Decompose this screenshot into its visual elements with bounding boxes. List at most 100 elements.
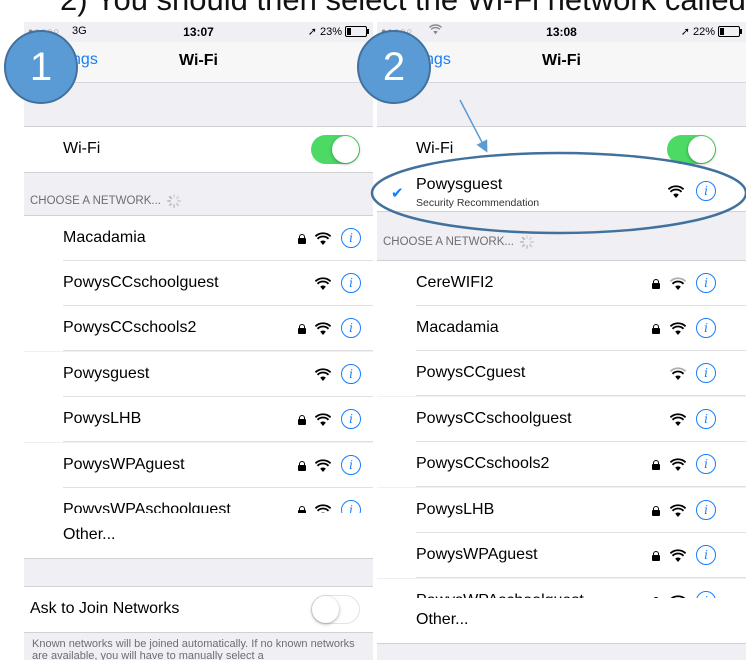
toggle-knob	[332, 136, 359, 163]
wifi-signal-icon	[314, 413, 332, 427]
battery-fill	[347, 28, 351, 35]
wifi-signal-icon	[314, 232, 332, 246]
info-icon[interactable]: i	[341, 363, 361, 384]
wifi-signal-icon	[314, 458, 332, 473]
choose-network-header: CHOOSE A NETWORK...	[30, 194, 181, 208]
step-badge-1: 1	[4, 30, 78, 104]
info-icon[interactable]: i	[696, 363, 716, 383]
wifi-row-label: Wi-Fi	[63, 140, 101, 157]
info-icon[interactable]: i	[341, 228, 361, 248]
info-icon[interactable]: i	[696, 499, 716, 520]
connected-network-row[interactable]: ✔ Powysguest Security Recommendation i	[377, 171, 746, 212]
network-row[interactable]: PowysWPAguest i	[24, 442, 373, 488]
phone-screenshot-right: ●●○○○ 13:08 ➚ 22% ‹ Settings Wi-Fi Wi-Fi…	[377, 22, 746, 660]
ask-to-join-footer: Known networks will be joined automatica…	[32, 638, 355, 660]
connected-network-name: Powysguest	[416, 176, 503, 193]
location-arrow-icon: ➚	[680, 26, 690, 38]
instruction-line: 2) You should then select the Wi-Fi netw…	[60, 0, 746, 18]
network-name: PowysCCguest	[416, 364, 526, 381]
choose-network-header: CHOOSE A NETWORK...	[383, 235, 534, 249]
wifi-toggle-row: Wi-Fi	[24, 126, 373, 173]
network-name: Powysguest	[63, 364, 150, 382]
toggle-knob	[312, 596, 339, 623]
battery-percent: 22%	[692, 25, 715, 38]
other-network-row[interactable]: Other...	[24, 513, 373, 559]
lock-icon	[298, 415, 306, 425]
info-icon[interactable]: i	[696, 317, 716, 338]
security-recommendation-text: Security Recommendation	[416, 197, 540, 209]
wifi-signal-icon	[669, 367, 687, 381]
network-row[interactable]: PowysCCguest i	[377, 351, 746, 396]
network-row[interactable]: CereWIFI2 i	[377, 260, 746, 306]
info-icon[interactable]: i	[696, 408, 716, 429]
wifi-signal-icon	[669, 458, 687, 472]
phone-screenshot-left: ●○○○○ 3G 13:07 ➚ 23% ‹ Settings Wi-Fi Wi…	[24, 22, 373, 660]
step-badge-2: 2	[357, 30, 431, 104]
section-header-label: CHOOSE A NETWORK...	[30, 195, 161, 207]
network-row[interactable]: PowysLHB i	[24, 397, 373, 442]
location-arrow-icon: ➚	[307, 26, 317, 38]
toggle-knob	[688, 136, 715, 163]
network-row[interactable]: PowysCCschools2 i	[24, 306, 373, 351]
network-name: PowysWPAguest	[416, 546, 538, 563]
battery-indicator: ➚ 23%	[307, 25, 369, 38]
info-icon[interactable]: i	[696, 454, 716, 474]
instruction-text: 2) You should then select the Wi-Fi netw…	[0, 0, 746, 22]
network-name: Macadamia	[416, 318, 499, 336]
network-name: PowysCCschoolguest	[63, 273, 219, 291]
battery-fill	[720, 28, 724, 35]
network-name: CereWIFI2	[416, 274, 494, 291]
other-network-label: Other...	[416, 611, 469, 628]
network-name: PowysWPAguest	[63, 455, 185, 473]
status-bar: ●○○○○ 3G 13:07 ➚ 23%	[24, 22, 373, 42]
status-bar: ●●○○○ 13:08 ➚ 22%	[377, 22, 746, 42]
wifi-row-label: Wi-Fi	[416, 140, 454, 157]
info-icon[interactable]: i	[696, 545, 716, 565]
network-name: PowysCCschools2	[63, 319, 197, 336]
loading-spinner-icon	[520, 235, 534, 249]
network-row[interactable]: Macadamia i	[377, 305, 746, 351]
ask-to-join-toggle[interactable]	[311, 595, 360, 624]
wifi-toggle[interactable]	[667, 135, 716, 164]
info-icon[interactable]: i	[341, 318, 361, 338]
network-row[interactable]: Macadamia i	[24, 215, 373, 261]
wifi-signal-icon	[667, 185, 685, 199]
lock-icon	[652, 279, 660, 289]
network-row[interactable]: PowysCCschoolguest i	[377, 396, 746, 442]
network-row[interactable]: PowysCCschools2 i	[377, 442, 746, 487]
network-row[interactable]: PowysCCschoolguest i	[24, 260, 373, 306]
lock-icon	[298, 234, 306, 244]
network-row[interactable]: Powysguest i	[24, 351, 373, 397]
ask-to-join-row: Ask to Join Networks	[24, 586, 373, 633]
info-icon[interactable]: i	[696, 181, 716, 201]
info-icon[interactable]: i	[696, 273, 716, 293]
network-name: PowysCCschoolguest	[416, 409, 572, 427]
other-network-row[interactable]: Other...	[377, 598, 746, 644]
battery-icon	[345, 26, 369, 37]
page-title: Wi-Fi	[542, 52, 581, 69]
network-row[interactable]: PowysWPAguest i	[377, 533, 746, 578]
lock-icon	[652, 460, 660, 470]
wifi-signal-icon	[314, 276, 332, 291]
wifi-toggle[interactable]	[311, 135, 360, 164]
navigation-bar: ‹ Settings Wi-Fi	[377, 42, 746, 83]
wifi-toggle-row: Wi-Fi	[377, 126, 746, 172]
battery-icon	[718, 26, 742, 37]
lock-icon	[298, 460, 306, 471]
lock-icon	[652, 323, 660, 334]
network-name: Macadamia	[63, 229, 146, 246]
info-icon[interactable]: i	[341, 409, 361, 429]
other-network-label: Other...	[63, 526, 116, 543]
network-row[interactable]: PowysLHB i	[377, 487, 746, 533]
lock-icon	[652, 551, 660, 561]
lock-icon	[652, 505, 660, 516]
info-icon[interactable]: i	[341, 272, 361, 293]
network-name: PowysLHB	[416, 500, 495, 518]
battery-percent: 23%	[319, 25, 342, 38]
wifi-signal-icon	[669, 321, 687, 336]
wifi-signal-icon	[669, 277, 687, 291]
wifi-signal-icon	[669, 412, 687, 427]
wifi-signal-icon	[314, 322, 332, 336]
network-name: PowysCCschools2	[416, 455, 550, 472]
info-icon[interactable]: i	[341, 454, 361, 475]
